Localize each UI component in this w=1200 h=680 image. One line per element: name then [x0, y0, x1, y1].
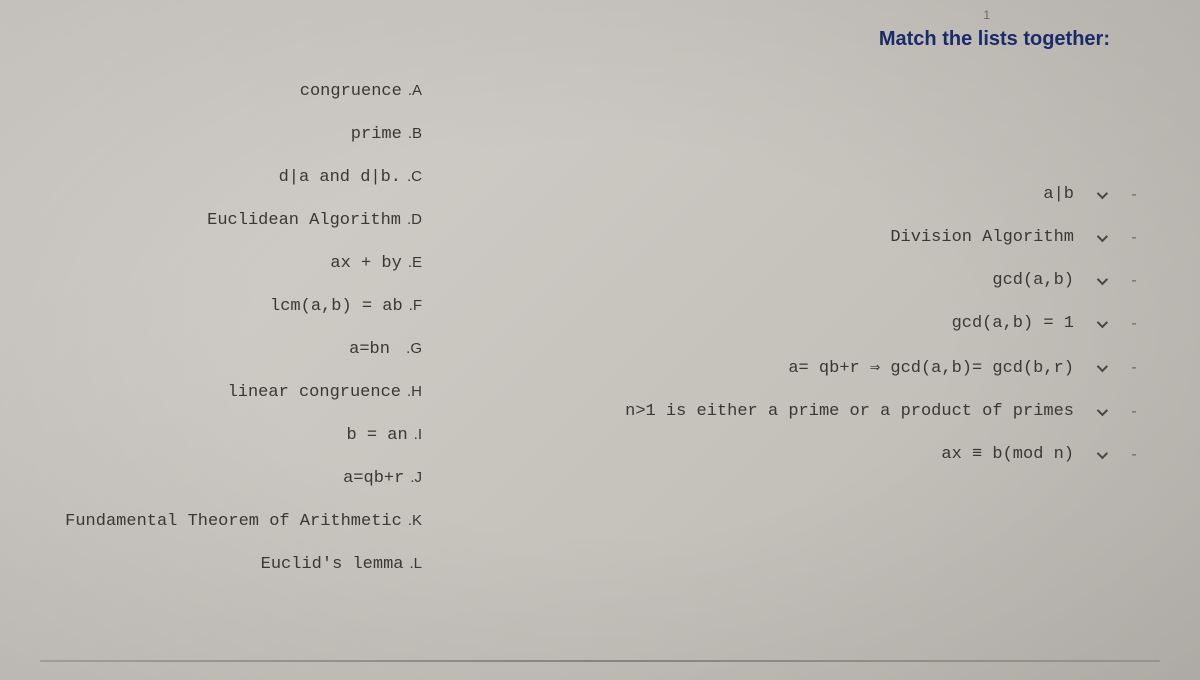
left-item-tag: .G: [406, 340, 422, 357]
left-item-text: Fundamental Theorem of Arithmetic: [65, 512, 402, 531]
page-title: Match the lists together:: [879, 28, 1110, 51]
match-dropdown[interactable]: [1092, 360, 1110, 376]
list-item: a=bn .G: [0, 340, 430, 359]
match-text: gcd(a,b) = 1: [952, 314, 1074, 333]
match-dropdown[interactable]: [1092, 273, 1110, 289]
left-item-tag: .I: [414, 426, 422, 443]
match-row: Division Algorithm -: [580, 228, 1140, 247]
left-item-text: prime: [351, 125, 402, 144]
list-item: d|a and d|b. .C: [0, 168, 430, 187]
left-item-text: a=bn: [349, 340, 400, 359]
dash-label: -: [1128, 403, 1140, 421]
match-row: gcd(a,b) = 1 -: [580, 314, 1140, 333]
match-text: ax ≡ b(mod n): [941, 445, 1074, 464]
match-dropdown[interactable]: [1092, 230, 1110, 246]
left-item-tag: .J: [410, 469, 422, 486]
chevron-down-icon: [1097, 316, 1108, 327]
list-item: lcm(a,b) = ab .F: [0, 297, 430, 316]
left-item-tag: .K: [408, 512, 422, 529]
left-item-tag: .E: [408, 254, 422, 271]
chevron-down-icon: [1097, 447, 1108, 458]
left-item-text: lcm(a,b) = ab: [270, 297, 403, 316]
match-text: a= qb+r ⇒ gcd(a,b)= gcd(b,r): [788, 357, 1074, 378]
left-item-tag: .A: [408, 82, 422, 99]
chevron-down-icon: [1097, 360, 1108, 371]
dash-label: -: [1128, 446, 1140, 464]
chevron-down-icon: [1097, 230, 1108, 241]
left-item-tag: .H: [407, 383, 422, 400]
match-dropdown[interactable]: [1092, 404, 1110, 420]
left-item-text: d|a and d|b.: [279, 168, 401, 187]
match-dropdown[interactable]: [1092, 316, 1110, 332]
list-item: prime .B: [0, 125, 430, 144]
match-dropdown[interactable]: [1092, 187, 1110, 203]
left-item-text: b = an: [346, 426, 407, 445]
match-row: a|b -: [580, 185, 1140, 204]
chevron-down-icon: [1097, 273, 1108, 284]
page-number: 1: [983, 8, 990, 22]
left-item-text: Euclid's lemma: [261, 555, 404, 574]
left-item-text: Euclidean Algorithm: [207, 211, 401, 230]
match-dropdown[interactable]: [1092, 447, 1110, 463]
dash-label: -: [1128, 272, 1140, 290]
left-item-tag: .C: [407, 168, 422, 185]
dash-label: -: [1128, 229, 1140, 247]
match-text: gcd(a,b): [992, 271, 1074, 290]
left-item-text: ax + by: [330, 254, 401, 273]
left-item-tag: .B: [408, 125, 422, 142]
divider: [40, 660, 1160, 662]
dash-label: -: [1128, 359, 1140, 377]
right-list: a|b - Division Algorithm - gcd(a,b) - gc…: [580, 185, 1140, 464]
match-text: Division Algorithm: [890, 228, 1074, 247]
list-item: linear congruence .H: [0, 383, 430, 402]
match-row: gcd(a,b) -: [580, 271, 1140, 290]
match-row: n>1 is either a prime or a product of pr…: [580, 402, 1140, 421]
left-item-tag: .L: [409, 555, 422, 572]
left-item-text: congruence: [300, 82, 402, 101]
left-item-tag: .F: [409, 297, 422, 314]
match-text: n>1 is either a prime or a product of pr…: [625, 402, 1074, 421]
list-item: a=qb+r .J: [0, 469, 430, 488]
left-item-text: linear congruence: [228, 383, 401, 402]
list-item: Euclid's lemma .L: [0, 555, 430, 574]
left-item-tag: .D: [407, 211, 422, 228]
list-item: Fundamental Theorem of Arithmetic .K: [0, 512, 430, 531]
left-list: congruence .A prime .B d|a and d|b. .C Eucl…: [0, 82, 430, 574]
match-row: ax ≡ b(mod n) -: [580, 445, 1140, 464]
dash-label: -: [1128, 315, 1140, 333]
list-item: congruence .A: [0, 82, 430, 101]
match-row: a= qb+r ⇒ gcd(a,b)= gcd(b,r) -: [580, 357, 1140, 378]
list-item: ax + by .E: [0, 254, 430, 273]
left-item-text: a=qb+r: [343, 469, 404, 488]
chevron-down-icon: [1097, 404, 1108, 415]
list-item: b = an .I: [0, 426, 430, 445]
match-text: a|b: [1043, 185, 1074, 204]
chevron-down-icon: [1097, 187, 1108, 198]
dash-label: -: [1128, 186, 1140, 204]
list-item: Euclidean Algorithm .D: [0, 211, 430, 230]
